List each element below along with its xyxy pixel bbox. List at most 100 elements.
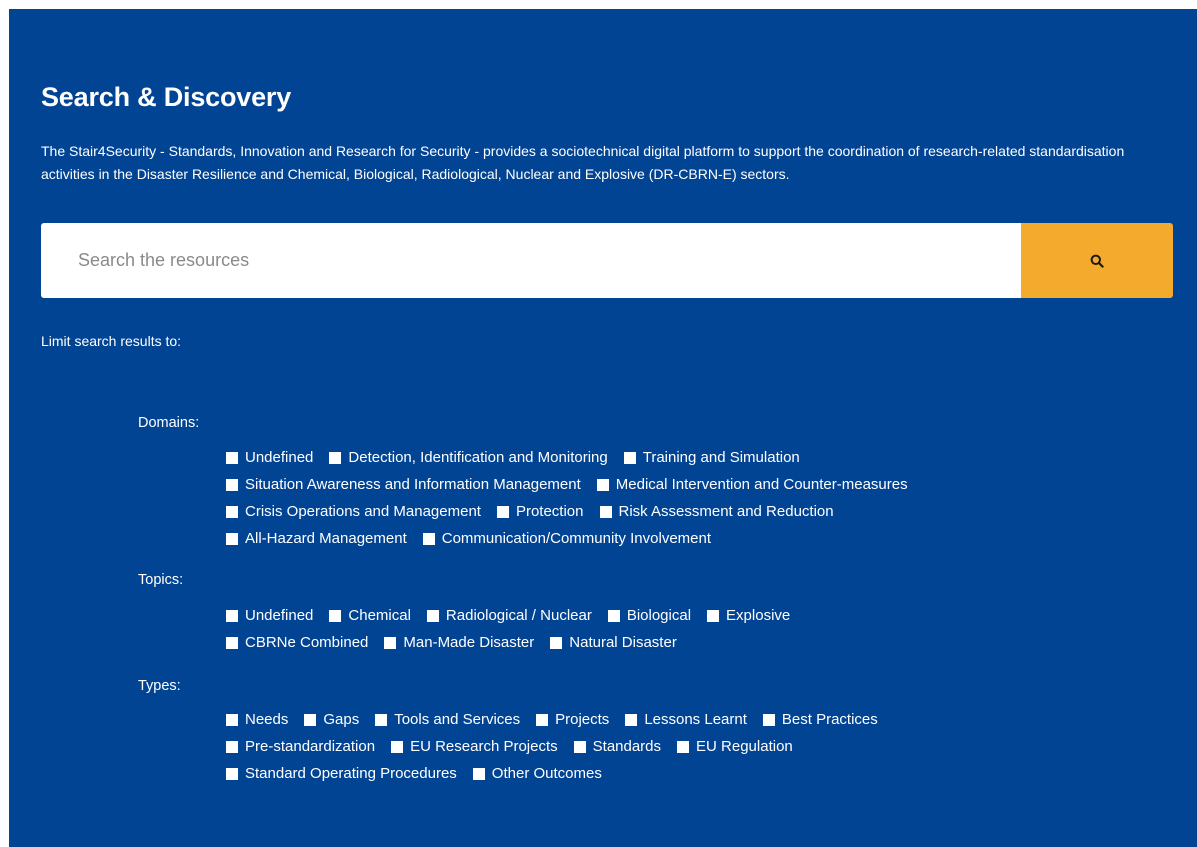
- checkbox[interactable]: [375, 713, 388, 726]
- types-option-other-outcomes[interactable]: Other Outcomes: [472, 765, 602, 782]
- search-button[interactable]: [1021, 223, 1173, 298]
- checkbox-label: Biological: [626, 607, 692, 624]
- types-option-projects[interactable]: Projects: [536, 711, 609, 728]
- domains-row: All-Hazard Management Communication/Commu…: [226, 525, 1126, 552]
- types-option-eu-research-projects[interactable]: EU Research Projects: [391, 738, 558, 755]
- checkbox[interactable]: [599, 505, 612, 518]
- topics-label: Topics:: [138, 572, 184, 588]
- checkbox[interactable]: [226, 505, 238, 518]
- topics-row: Undefined Chemical Radiological / Nuclear B…: [226, 602, 1126, 629]
- checkbox-label: Explosive: [726, 607, 791, 624]
- checkbox[interactable]: [496, 505, 509, 518]
- checkbox[interactable]: [391, 740, 404, 753]
- checkbox[interactable]: [550, 636, 563, 649]
- checkbox-label: Needs: [245, 711, 289, 728]
- checkbox-label: Lessons Learnt: [644, 711, 747, 728]
- checkbox-label: All-Hazard Management: [245, 530, 407, 547]
- checkbox[interactable]: [304, 713, 317, 726]
- checkbox[interactable]: [329, 609, 342, 622]
- checkbox[interactable]: [707, 609, 720, 622]
- topics-option-biological[interactable]: Biological: [607, 607, 692, 624]
- domains-option-all-hazard-management[interactable]: All-Hazard Management: [226, 530, 407, 547]
- checkbox-label: Communication/Community Involvement: [441, 530, 712, 547]
- checkbox[interactable]: [623, 451, 636, 464]
- topics-option-chemical[interactable]: Chemical: [329, 607, 411, 624]
- checkbox[interactable]: [536, 713, 549, 726]
- types-label: Types:: [138, 678, 181, 694]
- checkbox[interactable]: [762, 713, 775, 726]
- types-option-best-practices[interactable]: Best Practices: [762, 711, 878, 728]
- checkbox-label: CBRNe Combined: [245, 634, 369, 651]
- types-options: Needs Gaps Tools and Services Projects Lesso…: [226, 706, 1126, 787]
- checkbox[interactable]: [573, 740, 586, 753]
- checkbox-label: Protection: [515, 503, 584, 520]
- topics-option-explosive[interactable]: Explosive: [707, 607, 790, 624]
- checkbox-label: Man-Made Disaster: [403, 634, 535, 651]
- checkbox[interactable]: [607, 609, 620, 622]
- topics-option-natural-disaster[interactable]: Natural Disaster: [550, 634, 677, 651]
- checkbox-label: Detection, Identification and Monitoring: [348, 449, 608, 466]
- topics-option-radiological-nuclear[interactable]: Radiological / Nuclear: [426, 607, 592, 624]
- domains-row: Situation Awareness and Information Mana…: [226, 471, 1126, 498]
- checkbox[interactable]: [596, 478, 609, 491]
- domains-option-undefined[interactable]: Undefined: [226, 449, 313, 466]
- domains-option-risk-assessment-and-reduction[interactable]: Risk Assessment and Reduction: [599, 503, 834, 520]
- types-option-tools-and-services[interactable]: Tools and Services: [375, 711, 520, 728]
- checkbox[interactable]: [384, 636, 397, 649]
- types-row: Standard Operating Procedures Other Outco…: [226, 760, 1126, 787]
- checkbox-label: EU Regulation: [696, 738, 793, 755]
- checkbox-label: Crisis Operations and Management: [245, 503, 481, 520]
- types-option-lessons-learnt[interactable]: Lessons Learnt: [625, 711, 747, 728]
- checkbox-label: Chemical: [348, 607, 411, 624]
- topics-option-man-made-disaster[interactable]: Man-Made Disaster: [384, 634, 534, 651]
- checkbox-label: Pre-standardization: [245, 738, 376, 755]
- search-discovery-panel: Search & Discovery The Stair4Security - …: [9, 9, 1197, 847]
- checkbox[interactable]: [422, 532, 435, 545]
- checkbox[interactable]: [329, 451, 342, 464]
- types-option-gaps[interactable]: Gaps: [304, 711, 359, 728]
- domains-option-detection-identification-and-monitoring[interactable]: Detection, Identification and Monitoring: [329, 449, 608, 466]
- checkbox[interactable]: [226, 767, 238, 780]
- checkbox[interactable]: [226, 636, 238, 649]
- checkbox[interactable]: [472, 767, 485, 780]
- domains-label: Domains:: [138, 415, 200, 431]
- types-option-standards[interactable]: Standards: [573, 738, 662, 755]
- topics-option-undefined[interactable]: Undefined: [226, 607, 313, 624]
- checkbox[interactable]: [226, 478, 238, 491]
- checkbox-label: Natural Disaster: [569, 634, 677, 651]
- types-option-eu-regulation[interactable]: EU Regulation: [677, 738, 793, 755]
- topics-row: CBRNe Combined Man-Made Disaster Natural D…: [226, 629, 1126, 656]
- types-option-pre-standardization[interactable]: Pre-standardization: [226, 738, 375, 755]
- checkbox[interactable]: [625, 713, 638, 726]
- checkbox[interactable]: [226, 609, 238, 622]
- checkbox[interactable]: [677, 740, 690, 753]
- checkbox-label: Standards: [592, 738, 662, 755]
- domains-option-training-and-simulation[interactable]: Training and Simulation: [623, 449, 800, 466]
- topics-options: Undefined Chemical Radiological / Nuclear B…: [226, 602, 1126, 656]
- domains-option-medical-intervention-and-counter-measures[interactable]: Medical Intervention and Counter-measure…: [596, 476, 908, 493]
- checkbox-label: Undefined: [245, 449, 314, 466]
- topics-option-cbrne-combined[interactable]: CBRNe Combined: [226, 634, 368, 651]
- checkbox[interactable]: [426, 609, 439, 622]
- checkbox[interactable]: [226, 451, 238, 464]
- domains-row: Undefined Detection, Identification and M…: [226, 444, 1126, 471]
- domains-option-crisis-operations-and-management[interactable]: Crisis Operations and Management: [226, 503, 481, 520]
- checkbox-label: Medical Intervention and Counter-measure…: [615, 476, 908, 493]
- checkbox[interactable]: [226, 532, 238, 545]
- checkbox-label: Radiological / Nuclear: [445, 607, 592, 624]
- checkbox-label: Best Practices: [781, 711, 878, 728]
- domains-row: Crisis Operations and Management Protecti…: [226, 498, 1126, 525]
- domains-option-situation-awareness-and-information-management[interactable]: Situation Awareness and Information Mana…: [226, 476, 581, 493]
- search-input[interactable]: [41, 223, 1021, 298]
- checkbox[interactable]: [226, 740, 238, 753]
- search-icon: [1090, 254, 1104, 268]
- checkbox[interactable]: [226, 713, 238, 726]
- domains-option-communication-community-involvement[interactable]: Communication/Community Involvement: [422, 530, 712, 547]
- domains-option-protection[interactable]: Protection: [496, 503, 584, 520]
- checkbox-label: Risk Assessment and Reduction: [618, 503, 834, 520]
- checkbox-label: Tools and Services: [394, 711, 521, 728]
- checkbox-label: Gaps: [323, 711, 360, 728]
- checkbox-label: Situation Awareness and Information Mana…: [245, 476, 581, 493]
- types-option-needs[interactable]: Needs: [226, 711, 288, 728]
- types-option-standard-operating-procedures[interactable]: Standard Operating Procedures: [226, 765, 457, 782]
